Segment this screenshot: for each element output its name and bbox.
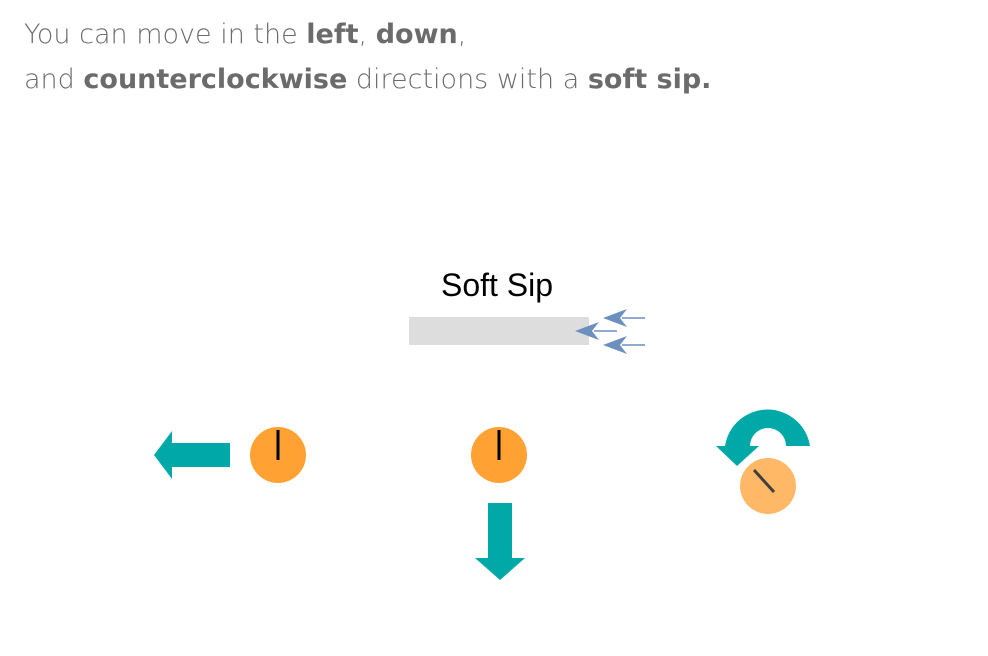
- knob-icon: [250, 427, 306, 483]
- arrow-left-icon: [154, 431, 230, 479]
- arrow-down-icon: [475, 503, 525, 580]
- straw-icon: [409, 317, 589, 345]
- airflow-arrow-top: [603, 309, 645, 327]
- counterclockwise-arrow-icon: [716, 409, 810, 466]
- knob-icon: [740, 458, 796, 514]
- knob-icon: [471, 427, 527, 483]
- airflow-arrow-bottom: [603, 336, 645, 354]
- soft-sip-title: Soft Sip: [441, 267, 553, 303]
- sip-direction-diagram: Soft Sip: [154, 267, 810, 580]
- airflow-arrows-icon: [575, 309, 645, 354]
